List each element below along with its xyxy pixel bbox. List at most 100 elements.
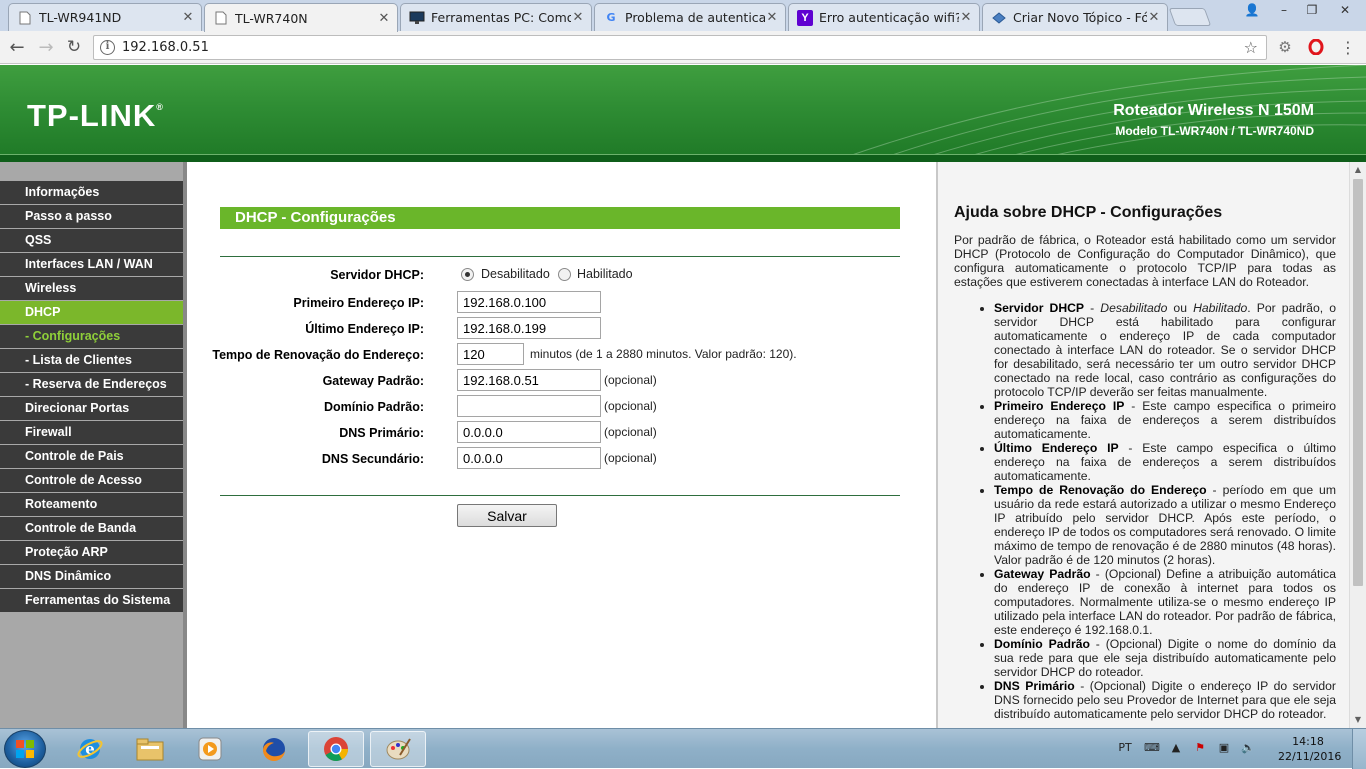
lease-time-input[interactable] bbox=[457, 343, 524, 365]
menu-item-controle-de-acesso[interactable]: Controle de Acesso bbox=[0, 469, 183, 492]
help-item-start-ip: Primeiro Endereço IP - Este campo especi… bbox=[994, 399, 1336, 441]
gateway-input[interactable] bbox=[457, 369, 601, 391]
tab-problema-autenticacao[interactable]: G Problema de autenticaçã ✕ bbox=[594, 3, 786, 31]
extension-icon[interactable]: ⚙ bbox=[1274, 36, 1296, 58]
network-icon[interactable]: ▣ bbox=[1216, 741, 1232, 757]
language-indicator[interactable]: PT bbox=[1114, 741, 1136, 757]
dns-primary-label: DNS Primário: bbox=[339, 426, 424, 440]
optional-note: (opcional) bbox=[604, 399, 657, 413]
menu-item-direcionar-portas[interactable]: Direcionar Portas bbox=[0, 397, 183, 420]
page-icon bbox=[213, 10, 229, 26]
address-url[interactable]: 192.168.0.51 bbox=[122, 40, 209, 55]
close-icon[interactable]: ✕ bbox=[571, 10, 585, 25]
tab-title: TL-WR740N bbox=[235, 10, 308, 26]
radio-disabled[interactable] bbox=[461, 268, 474, 281]
menu-item-controle-de-banda[interactable]: Controle de Banda bbox=[0, 517, 183, 540]
volume-icon[interactable]: 🔈 bbox=[1240, 741, 1256, 757]
menu-subitem-lista-de-clientes[interactable]: - Lista de Clientes bbox=[0, 349, 183, 372]
close-icon[interactable]: ✕ bbox=[959, 10, 973, 25]
menu-item-informacoes[interactable]: Informações bbox=[0, 181, 183, 204]
menu-subitem-configuracoes[interactable]: - Configurações bbox=[0, 325, 183, 348]
dns-primary-row: DNS Primário: (opcional) bbox=[220, 421, 900, 445]
menu-item-qss[interactable]: QSS bbox=[0, 229, 183, 252]
tab-tl-wr941nd[interactable]: TL-WR941ND ✕ bbox=[8, 3, 202, 31]
file-explorer-icon[interactable] bbox=[122, 731, 178, 767]
optional-note: (opcional) bbox=[604, 451, 657, 465]
internet-explorer-icon[interactable]: e bbox=[62, 731, 118, 767]
show-desktop-button[interactable] bbox=[1352, 729, 1366, 769]
menu-item-ferramentas-do-sistema[interactable]: Ferramentas do Sistema bbox=[0, 589, 183, 612]
dns-primary-input[interactable] bbox=[457, 421, 601, 443]
back-button[interactable]: ← bbox=[6, 36, 28, 58]
menu-icon[interactable]: ⋮ bbox=[1337, 36, 1359, 58]
help-body: Por padrão de fábrica, o Roteador está h… bbox=[954, 233, 1336, 721]
monitor-icon bbox=[409, 10, 425, 26]
scroll-up-icon[interactable]: ▲ bbox=[1350, 162, 1366, 178]
menu-item-wireless[interactable]: Wireless bbox=[0, 277, 183, 300]
start-ip-input[interactable] bbox=[457, 291, 601, 313]
product-model: Modelo TL-WR740N / TL-WR740ND bbox=[1115, 124, 1314, 138]
paint-icon[interactable] bbox=[370, 731, 426, 767]
menu-item-firewall[interactable]: Firewall bbox=[0, 421, 183, 444]
tab-criar-novo-topico[interactable]: Criar Novo Tópico - Fóru ✕ bbox=[982, 3, 1168, 31]
address-bar[interactable]: i 192.168.0.51 ☆ bbox=[93, 35, 1267, 60]
lease-time-label: Tempo de Renovação do Endereço: bbox=[212, 348, 424, 362]
domain-label: Domínio Padrão: bbox=[323, 400, 424, 414]
media-player-icon[interactable] bbox=[182, 731, 238, 767]
tab-title: Ferramentas PC: Como li bbox=[431, 10, 571, 25]
close-icon[interactable]: ✕ bbox=[1147, 10, 1161, 25]
scrollbar-thumb[interactable] bbox=[1353, 179, 1363, 586]
forward-button[interactable]: → bbox=[35, 36, 57, 58]
gateway-row: Gateway Padrão: (opcional) bbox=[220, 369, 900, 393]
action-center-icon[interactable]: ⚑ bbox=[1192, 741, 1208, 757]
help-item-end-ip: Último Endereço IP - Este campo especifi… bbox=[994, 441, 1336, 483]
show-hidden-icons-icon[interactable]: ▲ bbox=[1168, 741, 1184, 757]
lease-time-row: Tempo de Renovação do Endereço: minutos … bbox=[212, 343, 900, 367]
close-icon[interactable]: ✕ bbox=[181, 10, 195, 25]
end-ip-row: Último Endereço IP: bbox=[220, 317, 900, 341]
reload-button[interactable]: ↻ bbox=[63, 36, 85, 58]
chrome-icon[interactable] bbox=[308, 731, 364, 767]
new-tab-button[interactable] bbox=[1168, 8, 1212, 26]
keyboard-icon[interactable]: ⌨ bbox=[1144, 741, 1160, 757]
menu-item-dhcp[interactable]: DHCP bbox=[0, 301, 183, 324]
radio-enabled[interactable] bbox=[558, 268, 571, 281]
menu-item-protecao-arp[interactable]: Proteção ARP bbox=[0, 541, 183, 564]
tab-erro-autenticacao[interactable]: Y Erro autenticação wifi? | Y ✕ bbox=[788, 3, 980, 31]
user-profile-icon[interactable]: 👤 bbox=[1238, 0, 1266, 19]
firefox-icon[interactable] bbox=[246, 731, 302, 767]
forum-icon bbox=[991, 10, 1007, 26]
lease-time-note: minutos (de 1 a 2880 minutos. Valor padr… bbox=[530, 347, 797, 361]
start-button[interactable] bbox=[4, 730, 46, 768]
domain-input[interactable] bbox=[457, 395, 601, 417]
help-scrollbar[interactable]: ▲ ▼ bbox=[1349, 162, 1366, 728]
maximize-button[interactable]: ❐ bbox=[1298, 0, 1326, 19]
radio-disabled-label: Desabilitado bbox=[481, 267, 550, 281]
tab-title: Criar Novo Tópico - Fóru bbox=[1013, 10, 1147, 25]
help-panel: Ajuda sobre DHCP - Configurações Por pad… bbox=[936, 162, 1366, 728]
tab-tl-wr740n[interactable]: TL-WR740N ✕ bbox=[204, 3, 398, 32]
close-icon[interactable]: ✕ bbox=[765, 10, 779, 25]
menu-item-dns-dinamico[interactable]: DNS Dinâmico bbox=[0, 565, 183, 588]
menu-item-passo-a-passo[interactable]: Passo a passo bbox=[0, 205, 183, 228]
minimize-button[interactable]: – bbox=[1270, 0, 1298, 19]
clock-time: 14:18 bbox=[1292, 735, 1324, 748]
info-icon[interactable]: i bbox=[100, 40, 115, 55]
menu-subitem-reserva-de-enderecos[interactable]: - Reserva de Endereços bbox=[0, 373, 183, 396]
dns-secondary-input[interactable] bbox=[457, 447, 601, 469]
menu-item-controle-de-pais[interactable]: Controle de Pais bbox=[0, 445, 183, 468]
save-button[interactable]: Salvar bbox=[457, 504, 557, 527]
menu-item-roteamento[interactable]: Roteamento bbox=[0, 493, 183, 516]
opera-icon[interactable] bbox=[1305, 36, 1327, 58]
close-window-button[interactable]: ✕ bbox=[1328, 0, 1362, 19]
taskbar-clock[interactable]: 14:18 22/11/2016 bbox=[1278, 734, 1341, 764]
menu-item-interfaces-lan-wan[interactable]: Interfaces LAN / WAN bbox=[0, 253, 183, 276]
end-ip-input[interactable] bbox=[457, 317, 601, 339]
help-list: Servidor DHCP - Desabilitado ou Habilita… bbox=[954, 301, 1336, 721]
tab-title: Erro autenticação wifi? | Y bbox=[819, 10, 959, 25]
tab-ferramentas-pc[interactable]: Ferramentas PC: Como li ✕ bbox=[400, 3, 592, 31]
bookmark-star-icon[interactable]: ☆ bbox=[1244, 38, 1258, 57]
divider bbox=[220, 256, 900, 257]
close-icon[interactable]: ✕ bbox=[377, 11, 391, 26]
scroll-down-icon[interactable]: ▼ bbox=[1350, 712, 1366, 728]
